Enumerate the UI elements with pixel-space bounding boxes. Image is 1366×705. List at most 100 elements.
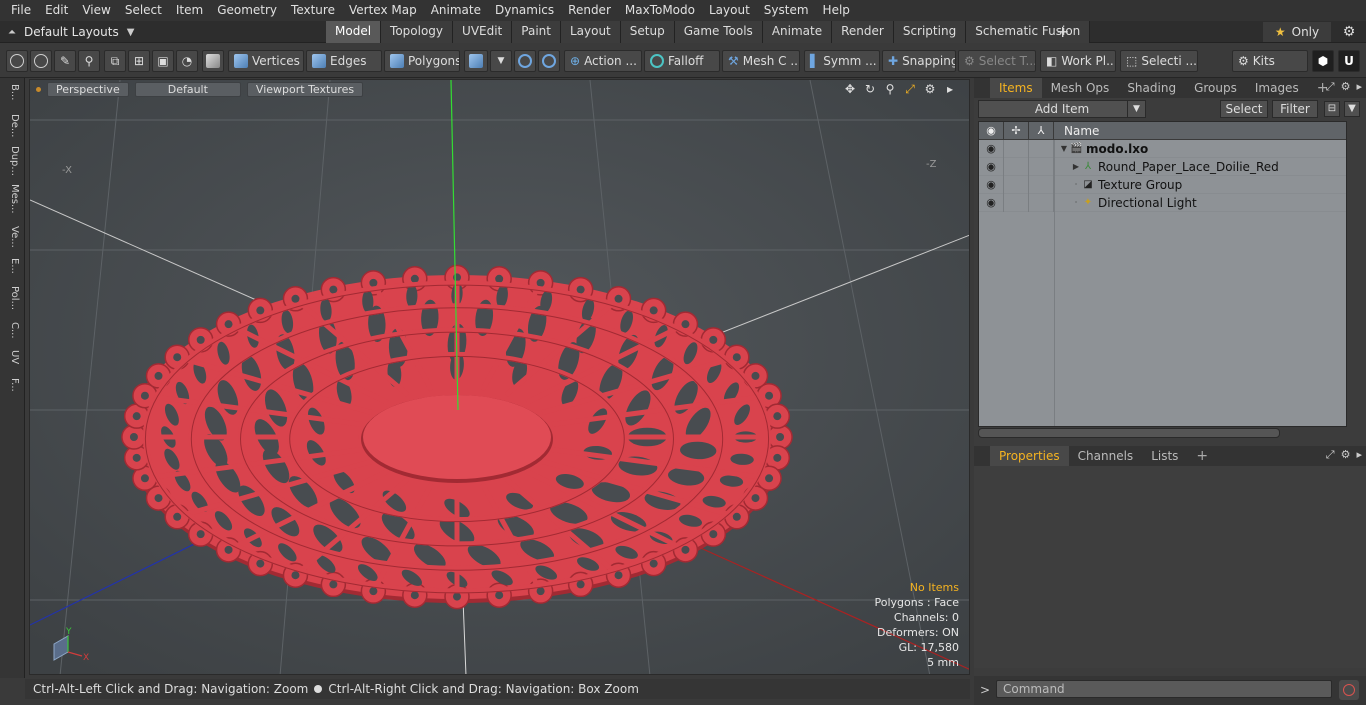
menu-help[interactable]: Help	[816, 0, 857, 21]
pie-button[interactable]: ◔	[176, 50, 198, 72]
zoom-icon[interactable]: ⚲	[883, 82, 897, 96]
kits-button[interactable]: ⚙ Kits	[1232, 50, 1308, 72]
panel-gear-icon[interactable]: ⚙	[1341, 80, 1351, 94]
tab-properties[interactable]: Properties	[990, 446, 1069, 466]
left-tab-fusion[interactable]: F...	[4, 378, 20, 392]
tab-channels[interactable]: Channels	[1069, 446, 1143, 466]
row-lock-cell[interactable]	[1004, 157, 1029, 176]
transform-button[interactable]: ⧉	[104, 50, 126, 72]
left-tab-uv[interactable]: UV	[4, 350, 20, 364]
panel-gear-icon[interactable]: ⚙	[1341, 448, 1351, 462]
tab-game-tools[interactable]: Game Tools	[674, 21, 763, 43]
funnel-icon[interactable]: ▼	[1344, 101, 1360, 117]
row-render-cell[interactable]	[1029, 193, 1054, 212]
polygons-button[interactable]: Polygons	[384, 50, 460, 72]
falloff-button[interactable]: Falloff	[644, 50, 720, 72]
left-tab-edge[interactable]: E...	[4, 258, 20, 274]
symmetry-shield-button[interactable]	[514, 50, 536, 72]
tab-items[interactable]: Items	[990, 78, 1042, 98]
viewport-expand-icon[interactable]: ▸	[943, 82, 957, 96]
mesh-constraint-button[interactable]: ⚒ Mesh C ...	[722, 50, 800, 72]
material-dropdown[interactable]: ▼	[490, 50, 512, 72]
eye-icon[interactable]: ◉	[979, 193, 1004, 212]
left-tab-curve[interactable]: C...	[4, 322, 20, 339]
name-column-header[interactable]: Name	[1054, 124, 1099, 138]
left-tab-mesh-edit[interactable]: Mes...	[4, 184, 20, 214]
tab-animate[interactable]: Animate	[762, 21, 833, 43]
globe-button[interactable]	[30, 50, 52, 72]
row-render-cell[interactable]	[1029, 175, 1054, 194]
left-tab-duplicate[interactable]: Dup...	[4, 146, 20, 176]
menu-file[interactable]: File	[4, 0, 38, 21]
unreal-button[interactable]: U	[1338, 50, 1360, 72]
tab-setup[interactable]: Setup	[620, 21, 675, 43]
select-mode-button[interactable]	[6, 50, 28, 72]
menu-dynamics[interactable]: Dynamics	[488, 0, 561, 21]
menu-render[interactable]: Render	[561, 0, 618, 21]
tree-row-mesh[interactable]: ◉ ▶ ⅄ Round_Paper_Lace_Doilie_Red	[979, 157, 1346, 176]
row-lock-cell[interactable]	[1004, 139, 1029, 158]
menu-edit[interactable]: Edit	[38, 0, 75, 21]
add-tab-icon[interactable]: +	[1056, 22, 1069, 42]
record-macro-icon[interactable]	[1339, 680, 1359, 700]
material-button[interactable]	[464, 50, 488, 72]
menu-texture[interactable]: Texture	[284, 0, 342, 21]
view-type-button[interactable]: Perspective	[47, 82, 129, 97]
eye-icon[interactable]: ◉	[979, 157, 1004, 176]
pen-button[interactable]: ✎	[54, 50, 76, 72]
expand-down-icon[interactable]: ▼	[1058, 144, 1070, 153]
tab-topology[interactable]: Topology	[381, 21, 454, 43]
menu-select[interactable]: Select	[118, 0, 169, 21]
3d-viewport[interactable]: -X -Z Y X Perspective Default Viewport T…	[29, 79, 970, 675]
panel-arrow-icon[interactable]: ▸	[1356, 448, 1362, 462]
chevron-down-icon[interactable]: ▼	[1127, 101, 1145, 117]
tab-lists[interactable]: Lists	[1142, 446, 1187, 466]
collapse-icon[interactable]: ⊟	[1324, 101, 1340, 117]
menu-geometry[interactable]: Geometry	[210, 0, 284, 21]
tree-row-directional-light[interactable]: ◉ · ✦ Directional Light	[979, 193, 1346, 212]
frame-button[interactable]: ▣	[152, 50, 174, 72]
tree-row-texture-group[interactable]: ◉ · ◪ Texture Group	[979, 175, 1346, 194]
command-input[interactable]	[996, 680, 1332, 698]
maximize-icon[interactable]: ⤢	[903, 82, 917, 96]
rotate-icon[interactable]: ↻	[863, 82, 877, 96]
tab-groups[interactable]: Groups	[1185, 78, 1246, 98]
item-tree-horizontal-scrollbar[interactable]	[978, 428, 1280, 438]
eye-icon[interactable]: ◉	[979, 175, 1004, 194]
render-column-icon[interactable]: ⅄	[1029, 122, 1054, 140]
panel-expand-icon[interactable]: ⤢	[1326, 448, 1335, 462]
tab-scripting[interactable]: Scripting	[893, 21, 967, 43]
viewport-gear-icon[interactable]: ⚙	[923, 82, 937, 96]
panel-arrow-icon[interactable]: ▸	[1356, 80, 1362, 94]
shading-mode-button[interactable]: Default	[134, 82, 241, 97]
viewport-scene[interactable]: -X -Z Y X	[30, 80, 970, 675]
expand-right-icon[interactable]: ▶	[1070, 162, 1082, 171]
selection-sets-button[interactable]: ⬚ Selecti ...	[1120, 50, 1198, 72]
lock-column-icon[interactable]: ✢	[1004, 122, 1029, 140]
edges-button[interactable]: Edges	[306, 50, 382, 72]
vertices-button[interactable]: Vertices	[228, 50, 304, 72]
left-tab-basic[interactable]: B...	[4, 84, 20, 100]
tab-uvedit[interactable]: UVEdit	[453, 21, 513, 43]
item-mode-button[interactable]	[202, 50, 224, 72]
menu-maxtomodo[interactable]: MaxToModo	[618, 0, 702, 21]
tab-images[interactable]: Images	[1246, 78, 1308, 98]
menu-view[interactable]: View	[75, 0, 117, 21]
doily-mesh[interactable]	[121, 264, 793, 610]
only-button[interactable]: ★ Only	[1263, 22, 1331, 42]
row-render-cell[interactable]	[1029, 139, 1054, 158]
menu-system[interactable]: System	[757, 0, 816, 21]
left-tab-deform[interactable]: De...	[4, 114, 20, 137]
tab-schematic-fusion[interactable]: Schematic Fusion	[966, 21, 1091, 43]
brush-button[interactable]: ⚲	[78, 50, 100, 72]
center-button[interactable]: ⊞	[128, 50, 150, 72]
add-item-button[interactable]: Add Item ▼	[978, 100, 1146, 118]
tab-shading[interactable]: Shading	[1118, 78, 1185, 98]
layout-selector[interactable]: ⏶ Default Layouts ▼	[8, 23, 134, 41]
symmetry-button[interactable]: ▌ Symm ...	[804, 50, 880, 72]
filter-button[interactable]: Filter	[1272, 100, 1318, 118]
select-button[interactable]: Select	[1220, 100, 1268, 118]
select-through-button[interactable]: ⚙ Select T...	[958, 50, 1036, 72]
visibility-column-eye-icon[interactable]: ◉	[979, 122, 1004, 140]
tab-mesh-ops[interactable]: Mesh Ops	[1042, 78, 1119, 98]
